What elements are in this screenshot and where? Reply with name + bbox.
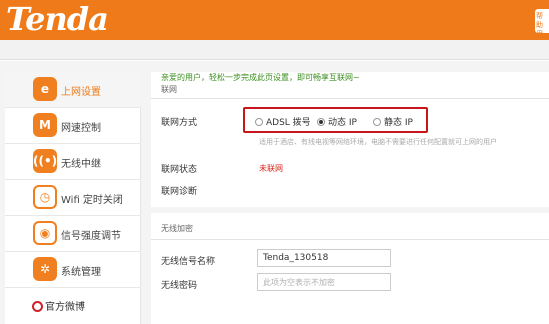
sidebar-item-label: 网速控制	[61, 123, 101, 134]
radio-static-ip[interactable]: 静态 IP	[373, 115, 413, 128]
sidebar-item-speed-control[interactable]: M 网速控制	[5, 108, 141, 144]
ssid-label: 无线信号名称	[161, 257, 216, 267]
sidebar-item-label: Wifi 定时关闭	[61, 195, 123, 206]
timer-icon: ◷	[33, 185, 57, 209]
e-globe-icon: e	[33, 77, 57, 101]
connection-mode-hint: 适用于酒店、有线电视等网络环境，电脑不需要进行任何配置就可上网的用户	[259, 138, 497, 146]
sidebar-item-label: 系统管理	[61, 267, 101, 278]
internet-settings-panel: 亲爱的用户，轻松一步完成此页设置，即可畅享互联网~ 联网 联网方式 ADSL 拨…	[151, 72, 549, 207]
section-title-internet: 联网	[161, 85, 177, 94]
ssid-input[interactable]: Tenda_130518	[257, 249, 391, 267]
radio-dynamic-ip[interactable]: 动态 IP	[317, 115, 357, 128]
sub-header-band	[0, 40, 549, 60]
section-title-wireless: 无线加密	[161, 224, 193, 233]
section-divider	[151, 239, 549, 240]
sidebar-item-system-management[interactable]: ✲ 系统管理	[5, 252, 141, 288]
speed-m-icon: M	[33, 113, 57, 137]
password-label: 无线密码	[161, 281, 198, 291]
sidebar-item-wireless-relay[interactable]: ((•)) 无线中继	[5, 144, 141, 180]
sidebar-item-signal-strength[interactable]: ◉ 信号强度调节	[5, 216, 141, 252]
sidebar-item-label: 信号强度调节	[61, 231, 121, 242]
top-header: Tenda 帮助 用户	[0, 0, 549, 40]
connection-mode-group: ADSL 拨号 动态 IP 静态 IP	[243, 107, 428, 133]
radio-label: 静态 IP	[384, 118, 413, 128]
radio-adsl[interactable]: ADSL 拨号	[255, 115, 311, 128]
password-input[interactable]: 此项为空表示不加密	[257, 273, 391, 291]
connection-status-label: 联网状态	[161, 165, 198, 175]
connection-status-value: 未联网	[259, 164, 283, 173]
sidebar-item-label: 无线中继	[61, 159, 101, 170]
radio-label: 动态 IP	[328, 118, 357, 128]
relay-icon: ((•))	[33, 149, 63, 173]
gear-icon: ✲	[33, 257, 57, 281]
radio-circle-icon	[255, 118, 263, 126]
sidebar: e 上网设置 M 网速控制 ((•)) 无线中继 ◷ Wifi 定时关闭 ◉ 信…	[5, 72, 141, 324]
official-weibo-link[interactable]: 官方微博	[32, 298, 85, 313]
radio-circle-icon	[373, 118, 381, 126]
signal-icon: ◉	[33, 221, 57, 245]
weibo-label: 官方微博	[45, 302, 85, 313]
welcome-message: 亲爱的用户，轻松一步完成此页设置，即可畅享互联网~	[161, 73, 360, 82]
wireless-encryption-panel: 无线加密 无线信号名称 Tenda_130518 无线密码 此项为空表示不加密	[151, 213, 549, 324]
connection-mode-label: 联网方式	[161, 118, 198, 128]
radio-checked-icon	[317, 118, 325, 126]
weibo-icon	[32, 301, 43, 312]
sidebar-item-label: 上网设置	[61, 87, 101, 98]
network-diagnosis-label[interactable]: 联网诊断	[161, 184, 197, 197]
tenda-logo: Tenda	[6, 0, 109, 38]
section-divider	[151, 98, 549, 99]
sidebar-item-wifi-timer[interactable]: ◷ Wifi 定时关闭	[5, 180, 141, 216]
help-button[interactable]: 帮助 用户	[535, 9, 549, 33]
radio-label: ADSL 拨号	[266, 118, 311, 128]
sidebar-item-internet-settings[interactable]: e 上网设置	[5, 72, 141, 108]
